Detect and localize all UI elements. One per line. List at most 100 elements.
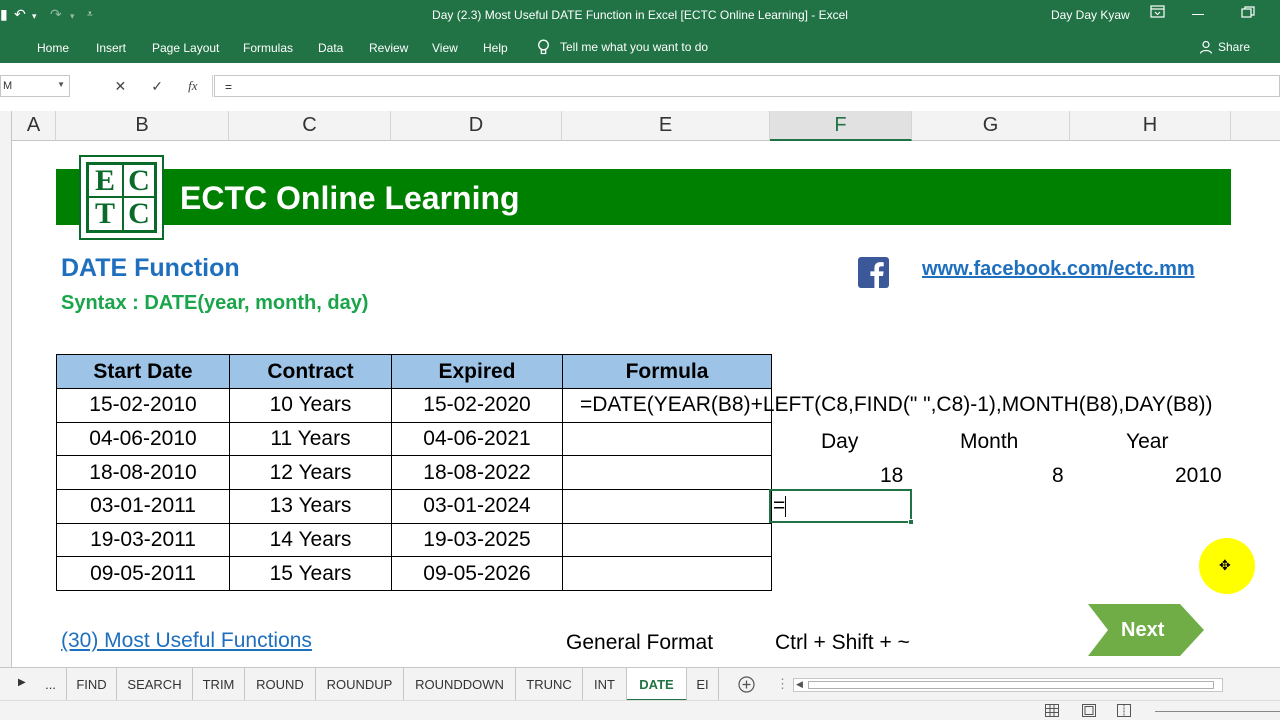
- formula-bar: M ▼ ✕ ✓ fx =: [0, 63, 1280, 111]
- enter-icon[interactable]: ✓: [151, 78, 163, 95]
- share-button[interactable]: Share: [1199, 40, 1250, 54]
- name-box[interactable]: M ▼: [0, 75, 70, 97]
- tab-home[interactable]: Home: [37, 41, 69, 55]
- tell-me-search[interactable]: Tell me what you want to do: [537, 39, 708, 55]
- table-cell[interactable]: 14 Years: [229, 522, 392, 558]
- facebook-link[interactable]: www.facebook.com/ectc.mm: [922, 258, 1195, 281]
- col-header-extra: [1231, 111, 1280, 141]
- formula-input[interactable]: =: [214, 75, 1280, 97]
- table-cell[interactable]: 15-02-2020: [391, 388, 563, 423]
- month-value[interactable]: 8: [1052, 464, 1064, 488]
- name-box-dropdown-icon[interactable]: ▼: [57, 80, 65, 89]
- sheet-tab-trim[interactable]: TRIM: [193, 668, 245, 701]
- sheet-tab-roundup[interactable]: ROUNDUP: [316, 668, 404, 701]
- text-cursor: [785, 495, 787, 517]
- sheet-tab-more[interactable]: ...: [35, 668, 67, 701]
- tab-help[interactable]: Help: [483, 41, 508, 55]
- sheet-tab-trunc[interactable]: TRUNC: [516, 668, 583, 701]
- page-break-view-icon[interactable]: [1117, 704, 1131, 717]
- ribbon-display-options-icon[interactable]: [1150, 5, 1166, 19]
- tab-formulas[interactable]: Formulas: [243, 41, 293, 55]
- table-cell[interactable]: [562, 455, 772, 491]
- table-cell[interactable]: 19-03-2025: [391, 522, 563, 558]
- table-cell[interactable]: 18-08-2022: [391, 455, 563, 491]
- table-cell[interactable]: 13 Years: [229, 489, 392, 524]
- col-header-g[interactable]: G: [912, 111, 1070, 141]
- minimize-icon[interactable]: [1192, 14, 1204, 15]
- table-cell[interactable]: 09-05-2011: [56, 556, 230, 592]
- table-cell[interactable]: 10 Years: [229, 388, 392, 423]
- logo-letter: C: [128, 197, 150, 230]
- day-value[interactable]: 18: [880, 464, 903, 488]
- table-cell[interactable]: 15-02-2010: [56, 388, 230, 423]
- facebook-icon[interactable]: [858, 257, 889, 288]
- shortcut-label: Ctrl + Shift + ~: [775, 631, 910, 654]
- share-label: Share: [1218, 40, 1251, 54]
- add-sheet-icon[interactable]: [738, 676, 755, 693]
- table-header[interactable]: Start Date: [56, 354, 230, 389]
- zoom-slider[interactable]: [1155, 711, 1280, 712]
- table-header[interactable]: Contract: [229, 354, 392, 389]
- col-header-h[interactable]: H: [1070, 111, 1231, 141]
- table-row: 09-05-2011 15 Years 09-05-2026: [56, 556, 772, 592]
- page-layout-view-icon[interactable]: [1082, 704, 1096, 717]
- most-useful-functions-link[interactable]: (30) Most Useful Functions: [61, 629, 312, 653]
- table-cell[interactable]: 03-01-2024: [391, 489, 563, 524]
- tab-review[interactable]: Review: [369, 41, 408, 55]
- table-row: 19-03-2011 14 Years 19-03-2025: [56, 522, 772, 558]
- table-cell[interactable]: [562, 489, 772, 524]
- table-header[interactable]: Formula: [562, 354, 772, 389]
- tab-page-layout[interactable]: Page Layout: [152, 41, 219, 55]
- tab-insert[interactable]: Insert: [96, 41, 126, 55]
- col-header-e[interactable]: E: [562, 111, 770, 141]
- insert-function-icon[interactable]: fx: [188, 78, 197, 94]
- table-cell[interactable]: 11 Years: [229, 421, 392, 457]
- tab-view[interactable]: View: [432, 41, 458, 55]
- sheet-tab-search[interactable]: SEARCH: [117, 668, 193, 701]
- fill-handle[interactable]: [908, 519, 914, 525]
- year-value[interactable]: 2010: [1175, 464, 1222, 488]
- sheet-tab-round[interactable]: ROUND: [245, 668, 316, 701]
- table-cell[interactable]: 04-06-2010: [56, 421, 230, 457]
- tab-data[interactable]: Data: [318, 41, 343, 55]
- table-cell[interactable]: [562, 522, 772, 558]
- horizontal-scrollbar[interactable]: ◀: [793, 678, 1223, 692]
- scroll-left-icon[interactable]: ◀: [796, 679, 803, 690]
- restore-icon[interactable]: [1240, 5, 1256, 19]
- table-cell[interactable]: 18-08-2010: [56, 455, 230, 491]
- table-cell[interactable]: 03-01-2011: [56, 489, 230, 524]
- user-name[interactable]: Day Day Kyaw: [1051, 8, 1130, 22]
- row-headers[interactable]: [0, 111, 12, 667]
- sheet-tab-find[interactable]: FIND: [67, 668, 117, 701]
- table-header[interactable]: Expired: [391, 354, 563, 389]
- table-cell[interactable]: 19-03-2011: [56, 522, 230, 558]
- active-cell[interactable]: =: [769, 489, 914, 525]
- sheet-tab-rounddown[interactable]: ROUNDDOWN: [404, 668, 516, 701]
- col-header-c[interactable]: C: [229, 111, 391, 141]
- col-header-a[interactable]: A: [12, 111, 56, 141]
- table-header-row: Start Date Contract Expired Formula: [56, 354, 772, 389]
- general-format-label: General Format: [566, 631, 714, 654]
- ribbon-tabs: Home Insert Page Layout Formulas Data Re…: [0, 33, 1280, 63]
- logo-letter: T: [94, 197, 115, 230]
- next-button[interactable]: Next: [1088, 604, 1204, 656]
- table-cell[interactable]: [562, 421, 772, 457]
- table-cell[interactable]: 12 Years: [229, 455, 392, 491]
- col-header-f[interactable]: F: [770, 111, 912, 141]
- tab-split-handle[interactable]: ⋮: [776, 676, 789, 692]
- logo-letter: E: [94, 164, 115, 197]
- table-cell[interactable]: [562, 556, 772, 592]
- scrollbar-thumb[interactable]: [808, 681, 1214, 689]
- sheet-tab-partial[interactable]: EI: [687, 668, 719, 701]
- table-cell[interactable]: 09-05-2026: [391, 556, 563, 592]
- sheet-tab-int[interactable]: INT: [583, 668, 627, 701]
- table-cell[interactable]: 04-06-2021: [391, 421, 563, 457]
- sheet-tab-date[interactable]: DATE: [627, 668, 687, 701]
- col-header-d[interactable]: D: [391, 111, 562, 141]
- syntax-text: Syntax : DATE(year, month, day): [61, 292, 369, 314]
- cancel-icon[interactable]: ✕: [115, 78, 127, 95]
- col-header-b[interactable]: B: [56, 111, 229, 141]
- normal-view-icon[interactable]: [1045, 704, 1059, 717]
- table-cell[interactable]: 15 Years: [229, 556, 392, 592]
- scroll-sheets-right-icon[interactable]: ▶: [18, 677, 26, 688]
